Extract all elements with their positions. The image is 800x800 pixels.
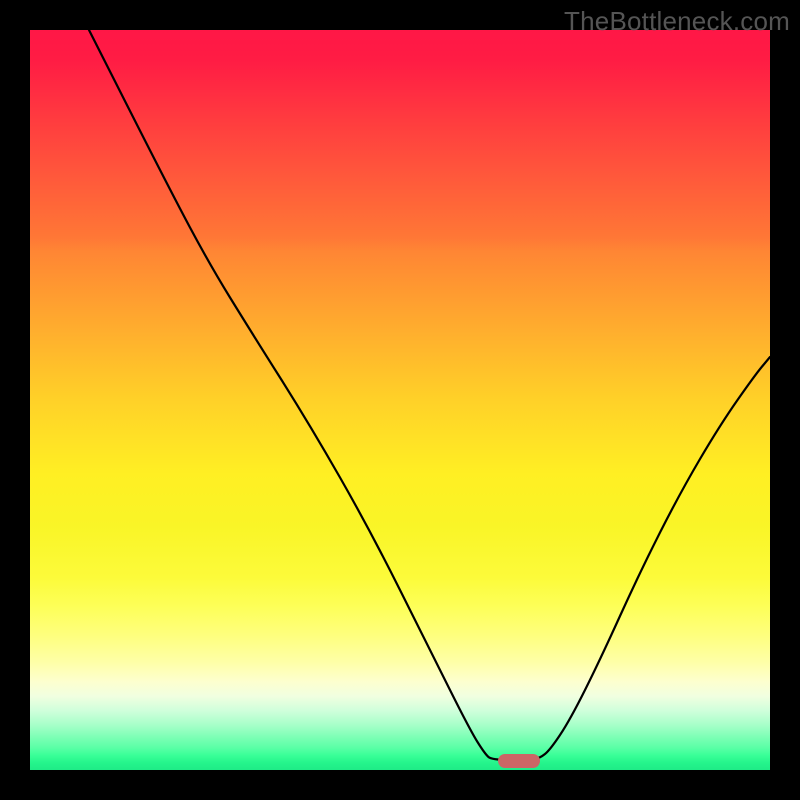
- attribution-text: TheBottleneck.com: [564, 6, 790, 37]
- curve-svg: [30, 30, 770, 770]
- curve-path: [89, 30, 770, 760]
- chart-frame: TheBottleneck.com: [0, 0, 800, 800]
- optimum-marker: [498, 754, 540, 768]
- plot-area: [30, 30, 770, 770]
